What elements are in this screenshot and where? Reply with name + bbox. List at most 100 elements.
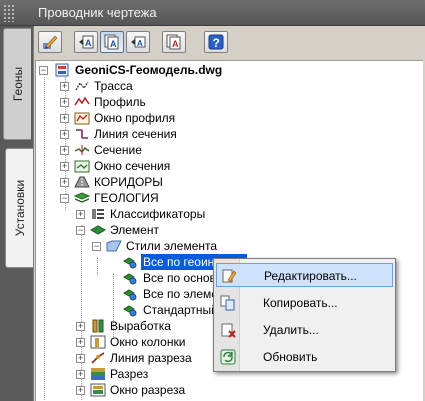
delete-icon (221, 323, 236, 338)
tab-geony[interactable]: Геоны (3, 28, 31, 140)
section-line-icon (76, 129, 88, 139)
tree-item-label: ГЕОЛОГИЯ (94, 191, 159, 205)
tree-item-okno-razreza[interactable]: + Окно разреза (76, 382, 376, 398)
menu-item-copy[interactable]: Копировать... (216, 291, 393, 315)
svg-text:A: A (110, 39, 117, 49)
tree-item-label: Элемент (110, 223, 159, 237)
cut-line-icon (91, 352, 105, 364)
pencil-edit-icon (43, 35, 58, 49)
svg-text:A: A (172, 39, 179, 49)
tree-item-stili-elementa[interactable]: − Стили элемента (92, 238, 392, 254)
tree-item-label: Все по основе (143, 271, 223, 285)
menu-item-label: Редактировать... (264, 269, 357, 283)
window-title: Проводник чертежа (38, 5, 157, 20)
text-arrow-left-icon: A (79, 35, 94, 49)
tree-root-label: GeoniCS-Геомодель.dwg (75, 63, 223, 77)
menu-item-edit[interactable]: Редактировать... (216, 263, 393, 287)
collapse-toggle[interactable]: − (39, 66, 48, 75)
svg-text:?: ? (213, 36, 220, 50)
svg-text:A: A (85, 38, 92, 48)
tree-item-label: Выработка (110, 319, 171, 333)
section-window-icon (74, 160, 90, 173)
refresh-icon (220, 349, 236, 365)
tree-item-okno-secheniya[interactable]: + Окно сечения (60, 158, 360, 174)
edit-pencil-icon (222, 269, 237, 283)
expand-toggle[interactable]: + (76, 338, 85, 347)
tree-item-okno-profilya[interactable]: + Окно профиля (60, 110, 360, 126)
tree-line (44, 77, 45, 401)
help-toolbar-button[interactable]: ? (204, 31, 228, 53)
style-icon (123, 273, 137, 285)
drag-grip-icon[interactable] (3, 4, 15, 22)
menu-item-refresh[interactable]: Обновить (216, 345, 393, 369)
menu-item-delete[interactable]: Удалить... (216, 318, 393, 342)
expand-toggle[interactable]: + (60, 114, 69, 123)
menu-item-label: Удалить... (263, 323, 319, 337)
svg-text:A: A (137, 39, 143, 48)
collapse-toggle[interactable]: − (60, 194, 69, 203)
tree-item-koridory[interactable]: + КОРИДОРЫ (60, 174, 360, 190)
corridor-icon (74, 176, 90, 188)
profile-window-icon (74, 112, 90, 125)
tree-item-element[interactable]: − Элемент (76, 222, 376, 238)
text-small-toolbar-button[interactable]: A (126, 31, 150, 53)
tree-line (97, 257, 98, 275)
text-layers-alt-toolbar-button[interactable]: A (162, 31, 186, 53)
expand-toggle[interactable]: + (76, 370, 85, 379)
tree-item-liniya-secheniya[interactable]: + Линия сечения (60, 126, 360, 142)
tab-ustanovki[interactable]: Установки (5, 148, 34, 268)
expand-toggle[interactable]: + (76, 210, 85, 219)
tree-item-label: Трасса (94, 79, 133, 93)
expand-toggle[interactable]: + (60, 146, 69, 155)
tree-item-label: Стили элемента (126, 239, 218, 253)
copy-icon (220, 295, 235, 311)
element-icon (90, 225, 106, 235)
tab-ustanovki-label: Установки (13, 179, 27, 237)
tree-root[interactable]: − GeoniCS-Геомодель.dwg (39, 62, 419, 78)
tree-item-klassifikatory[interactable]: + Классификаторы (76, 206, 376, 222)
column-window-icon (90, 335, 106, 349)
tree-item-geologiya[interactable]: − ГЕОЛОГИЯ (60, 190, 360, 206)
tree-item-label: Окно колонки (110, 335, 186, 349)
tree-item-label: Сечение (94, 143, 142, 157)
title-bar[interactable]: Проводник чертежа (0, 0, 425, 26)
expand-toggle[interactable]: + (76, 386, 85, 395)
toolbar: A A A A ? (34, 26, 425, 56)
borehole-icon (92, 319, 104, 333)
tree-item-sechenie[interactable]: + Сечение (60, 142, 360, 158)
tree-item-label: Окно сечения (94, 159, 171, 173)
tree-item-label: Окно разреза (110, 383, 186, 397)
dwg-file-icon (55, 63, 69, 77)
text-layers-toolbar-button[interactable]: A (100, 31, 124, 53)
tree-item-label: Линия разреза (110, 351, 192, 365)
tree-item-profil[interactable]: + Профиль (60, 94, 360, 110)
classifier-icon (92, 209, 104, 219)
expand-toggle[interactable]: + (60, 162, 69, 171)
text-layers-alt-icon: A (166, 34, 181, 50)
geology-icon (74, 192, 90, 203)
tree-item-label: Разрез (110, 367, 149, 381)
section-icon (74, 145, 90, 155)
tree-item-trassa[interactable]: + Трасса (60, 78, 360, 94)
edit-toolbar-button[interactable] (38, 31, 62, 53)
tree-item-label: Классификаторы (110, 207, 206, 221)
tree-item-label: Стандартный (143, 303, 218, 317)
profile-icon (74, 96, 90, 106)
expand-toggle[interactable]: + (60, 178, 69, 187)
style-icon (123, 257, 137, 269)
expand-toggle[interactable]: + (60, 98, 69, 107)
tree-item-label: Линия сечения (94, 127, 177, 141)
collapse-toggle[interactable]: − (76, 226, 85, 235)
tab-geony-label: Геоны (10, 66, 25, 102)
expand-toggle[interactable]: + (60, 82, 69, 91)
expand-toggle[interactable]: + (60, 130, 69, 139)
menu-item-label: Копировать... (263, 296, 338, 310)
expand-toggle[interactable]: + (76, 322, 85, 331)
tree-item-label: Профиль (94, 95, 146, 109)
tree-item-label: КОРИДОРЫ (94, 175, 163, 189)
side-tabs: Геоны Установки (0, 26, 34, 401)
expand-toggle[interactable]: + (76, 354, 85, 363)
menu-item-label: Обновить (263, 350, 318, 364)
text-left-toolbar-button[interactable]: A (74, 31, 98, 53)
collapse-toggle[interactable]: − (92, 242, 101, 251)
